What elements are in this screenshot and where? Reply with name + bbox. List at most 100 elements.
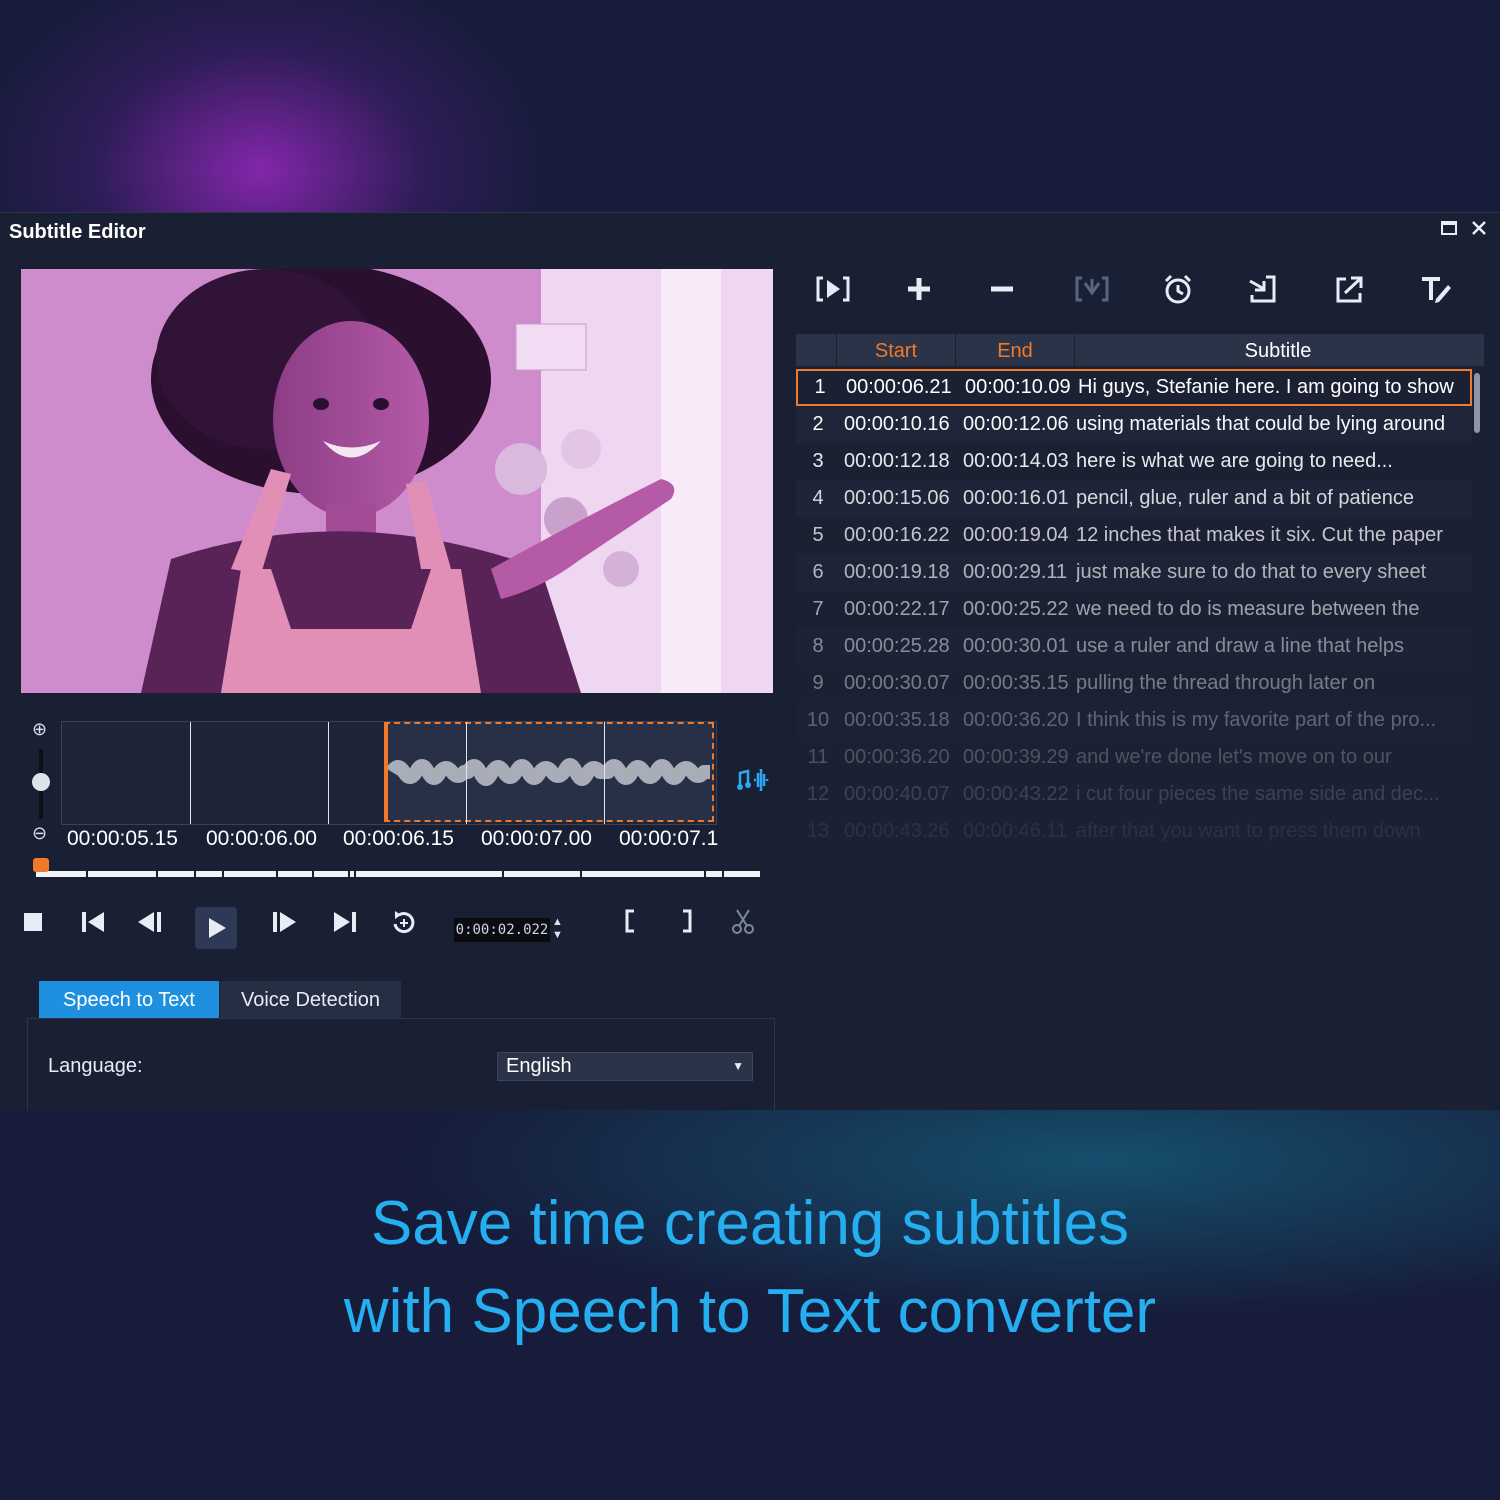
next-frame-icon[interactable] xyxy=(270,906,298,942)
row-end[interactable]: 00:00:19.04 xyxy=(963,517,1075,554)
row-start[interactable]: 00:00:16.22 xyxy=(844,517,956,554)
row-end[interactable]: 00:00:29.11 xyxy=(963,554,1075,591)
zoom-in-icon[interactable]: ⊕ xyxy=(32,719,47,740)
go-to-end-icon[interactable] xyxy=(330,906,358,942)
go-to-start-icon[interactable] xyxy=(80,906,108,942)
row-subtitle[interactable]: using materials that could be lying arou… xyxy=(1076,406,1461,443)
row-end[interactable]: 00:00:46.11 xyxy=(963,813,1075,850)
import-icon[interactable] xyxy=(1240,271,1284,307)
row-number: 7 xyxy=(812,598,824,620)
alarm-icon[interactable] xyxy=(1156,271,1200,307)
add-icon[interactable] xyxy=(897,271,941,307)
timeline-divider xyxy=(466,722,467,824)
grid-header: Start End Subtitle xyxy=(796,334,1484,366)
row-start[interactable]: 00:00:43.26 xyxy=(844,813,956,850)
row-start[interactable]: 00:00:30.07 xyxy=(844,665,956,702)
subtitle-row[interactable]: 11 00:00:36.20 00:00:39.29 and we're don… xyxy=(796,739,1472,776)
scissors-icon[interactable] xyxy=(730,906,756,942)
row-start[interactable]: 00:00:15.06 xyxy=(844,480,956,517)
subtitle-row[interactable]: 3 00:00:12.18 00:00:14.03 here is what w… xyxy=(796,443,1472,480)
play-button[interactable] xyxy=(195,907,237,949)
subtitle-row[interactable]: 10 00:00:35.18 00:00:36.20 I think this … xyxy=(796,702,1472,739)
subtitle-row[interactable]: 7 00:00:22.17 00:00:25.22 we need to do … xyxy=(796,591,1472,628)
previous-frame-icon[interactable] xyxy=(136,906,164,942)
tab-voice-detection[interactable]: Voice Detection xyxy=(220,981,401,1019)
row-subtitle[interactable]: i cut four pieces the same side and dec.… xyxy=(1076,776,1461,813)
row-end[interactable]: 00:00:30.01 xyxy=(963,628,1075,665)
playhead[interactable] xyxy=(33,858,49,872)
row-start[interactable]: 00:00:19.18 xyxy=(844,554,956,591)
row-start[interactable]: 00:00:06.21 xyxy=(846,371,958,404)
row-subtitle[interactable]: I think this is my favorite part of the … xyxy=(1076,702,1461,739)
row-subtitle[interactable]: pencil, glue, ruler and a bit of patienc… xyxy=(1076,480,1461,517)
timeline-divider xyxy=(190,722,191,824)
row-end[interactable]: 00:00:16.01 xyxy=(963,480,1075,517)
row-end[interactable]: 00:00:12.06 xyxy=(963,406,1075,443)
row-subtitle[interactable]: just make sure to do that to every sheet xyxy=(1076,554,1461,591)
row-end[interactable]: 00:00:25.22 xyxy=(963,591,1075,628)
maximize-icon[interactable] xyxy=(1440,219,1458,243)
row-subtitle[interactable]: and we're done let's move on to our xyxy=(1076,739,1461,776)
language-label: Language: xyxy=(48,1055,143,1077)
row-end[interactable]: 00:00:43.22 xyxy=(963,776,1075,813)
mark-out-icon[interactable] xyxy=(677,906,697,942)
play-subtitle-icon[interactable] xyxy=(811,271,855,307)
row-subtitle[interactable]: pulling the thread through later on xyxy=(1076,665,1461,702)
export-icon[interactable] xyxy=(1328,271,1372,307)
subtitle-grid[interactable]: Start End Subtitle 1 00:00:06.21 00:00:1… xyxy=(796,334,1484,1110)
row-subtitle[interactable]: here is what we are going to need... xyxy=(1076,443,1461,480)
subtitle-row[interactable]: 4 00:00:15.06 00:00:16.01 pencil, glue, … xyxy=(796,480,1472,517)
grid-scrollbar[interactable] xyxy=(1474,373,1480,433)
subtitle-row[interactable]: 8 00:00:25.28 00:00:30.01 use a ruler an… xyxy=(796,628,1472,665)
row-start[interactable]: 00:00:22.17 xyxy=(844,591,956,628)
row-subtitle[interactable]: after that you want to press them down xyxy=(1076,813,1461,850)
subtitle-row[interactable]: 9 00:00:30.07 00:00:35.15 pulling the th… xyxy=(796,665,1472,702)
text-format-icon[interactable] xyxy=(1414,271,1458,307)
merge-icon[interactable] xyxy=(1070,271,1114,307)
row-subtitle[interactable]: we need to do is measure between the xyxy=(1076,591,1461,628)
timeline-divider xyxy=(328,722,329,824)
language-select[interactable]: English ▼ xyxy=(497,1052,753,1081)
column-header-start[interactable]: Start xyxy=(836,334,955,366)
row-end[interactable]: 00:00:36.20 xyxy=(963,702,1075,739)
column-header-number xyxy=(796,334,836,366)
row-end[interactable]: 00:00:35.15 xyxy=(963,665,1075,702)
audio-wave-icon[interactable] xyxy=(736,765,770,800)
close-icon[interactable] xyxy=(1470,219,1488,243)
row-subtitle[interactable]: 12 inches that makes it six. Cut the pap… xyxy=(1076,517,1461,554)
zoom-slider-knob[interactable] xyxy=(32,773,50,791)
row-start[interactable]: 00:00:36.20 xyxy=(844,739,956,776)
repeat-icon[interactable] xyxy=(389,906,419,942)
row-start[interactable]: 00:00:10.16 xyxy=(844,406,956,443)
timeline-selection[interactable] xyxy=(384,722,714,822)
row-start[interactable]: 00:00:40.07 xyxy=(844,776,956,813)
row-subtitle[interactable]: use a ruler and draw a line that helps xyxy=(1076,628,1461,665)
row-end[interactable]: 00:00:10.09 xyxy=(965,371,1077,404)
subtitle-row[interactable]: 5 00:00:16.22 00:00:19.04 12 inches that… xyxy=(796,517,1472,554)
row-end[interactable]: 00:00:14.03 xyxy=(963,443,1075,480)
column-header-end[interactable]: End xyxy=(955,334,1074,366)
subtitle-row[interactable]: 1 00:00:06.21 00:00:10.09 Hi guys, Stefa… xyxy=(796,369,1472,406)
scrub-bar[interactable] xyxy=(36,869,760,879)
subtitle-row[interactable]: 13 00:00:43.26 00:00:46.11 after that yo… xyxy=(796,813,1472,850)
row-number: 12 xyxy=(806,783,830,805)
row-end[interactable]: 00:00:39.29 xyxy=(963,739,1075,776)
column-header-subtitle[interactable]: Subtitle xyxy=(1074,334,1481,366)
subtitle-row[interactable]: 2 00:00:10.16 00:00:12.06 using material… xyxy=(796,406,1472,443)
row-start[interactable]: 00:00:12.18 xyxy=(844,443,956,480)
row-subtitle[interactable]: Hi guys, Stefanie here. I am going to sh… xyxy=(1078,371,1463,404)
row-start[interactable]: 00:00:25.28 xyxy=(844,628,956,665)
play-icon xyxy=(209,918,226,938)
row-start[interactable]: 00:00:35.18 xyxy=(844,702,956,739)
tab-speech-to-text[interactable]: Speech to Text xyxy=(39,981,219,1019)
remove-icon[interactable] xyxy=(980,271,1024,307)
stop-icon[interactable] xyxy=(22,906,44,942)
subtitle-row[interactable]: 12 00:00:40.07 00:00:43.22 i cut four pi… xyxy=(796,776,1472,813)
subtitle-row[interactable]: 6 00:00:19.18 00:00:29.11 just make sure… xyxy=(796,554,1472,591)
audio-timeline[interactable] xyxy=(61,721,717,825)
timecode-spinner[interactable]: ▲ ▼ xyxy=(552,916,563,942)
timecode-display[interactable]: 0:00:02.022 xyxy=(454,918,550,942)
video-preview[interactable] xyxy=(21,269,773,693)
zoom-out-icon[interactable]: ⊖ xyxy=(32,823,47,844)
mark-in-icon[interactable] xyxy=(620,906,640,942)
